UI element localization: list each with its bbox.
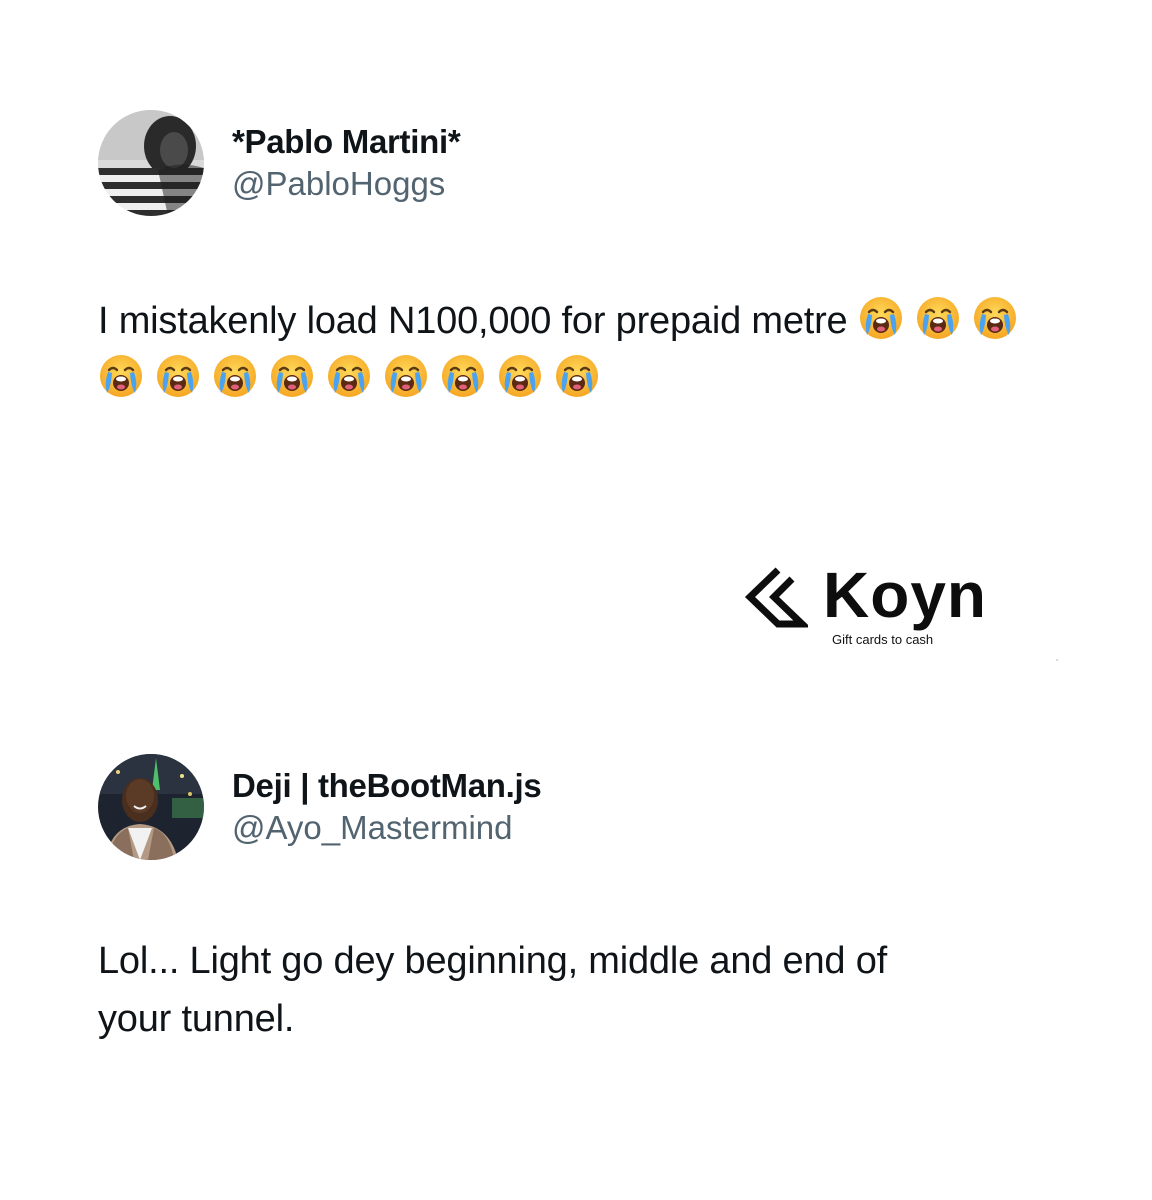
loudly-crying-face-icon <box>554 353 600 399</box>
loudly-crying-face-icon <box>383 353 429 399</box>
user-handle[interactable]: @PabloHoggs <box>232 164 460 204</box>
display-name[interactable]: *Pablo Martini* <box>232 122 461 162</box>
user-handle[interactable]: @Ayo_Mastermind <box>232 808 541 848</box>
tweet-text: I mistakenly load N100,000 for prepaid m… <box>98 292 1078 408</box>
koyn-tagline: Gift cards to cash <box>832 632 934 647</box>
decorative-dot <box>1056 659 1058 661</box>
display-name[interactable]: Deji | theBootMan.js <box>232 766 542 806</box>
tweet-text-line-2: your tunnel. <box>98 998 295 1040</box>
loudly-crying-face-icon <box>98 353 144 399</box>
loudly-crying-face-icon <box>212 353 258 399</box>
tweet-text-line-1: Lol... Light go dey beginning, middle an… <box>98 940 887 982</box>
koyn-logo: Koyn Gift cards to cash <box>744 560 1024 656</box>
loudly-crying-face-icon <box>269 353 315 399</box>
koyn-mark-icon <box>744 567 808 628</box>
tweet-text-content: I mistakenly load N100,000 for prepaid m… <box>98 300 848 342</box>
loudly-crying-face-icon <box>440 353 486 399</box>
tweet-card-deji: Deji | theBootMan.js @Ayo_Mastermind Lol… <box>98 754 1078 1048</box>
avatar-deji[interactable] <box>98 754 204 860</box>
loudly-crying-face-icon <box>972 295 1018 341</box>
avatar-pablo[interactable] <box>98 110 204 216</box>
loudly-crying-face-icon <box>155 353 201 399</box>
loudly-crying-face-icon <box>915 295 961 341</box>
tweet-text: Lol... Light go dey beginning, middle an… <box>98 932 1078 1048</box>
tweet-card-pablo: *Pablo Martini* @PabloHoggs I mistakenly… <box>98 110 1078 408</box>
tweet-header: Deji | theBootMan.js @Ayo_Mastermind <box>98 754 1078 860</box>
loudly-crying-face-icon <box>858 295 904 341</box>
tweet-header: *Pablo Martini* @PabloHoggs <box>98 110 1078 216</box>
loudly-crying-face-icon <box>326 353 372 399</box>
loudly-crying-face-icon <box>497 353 543 399</box>
koyn-wordmark: Koyn <box>823 559 987 631</box>
